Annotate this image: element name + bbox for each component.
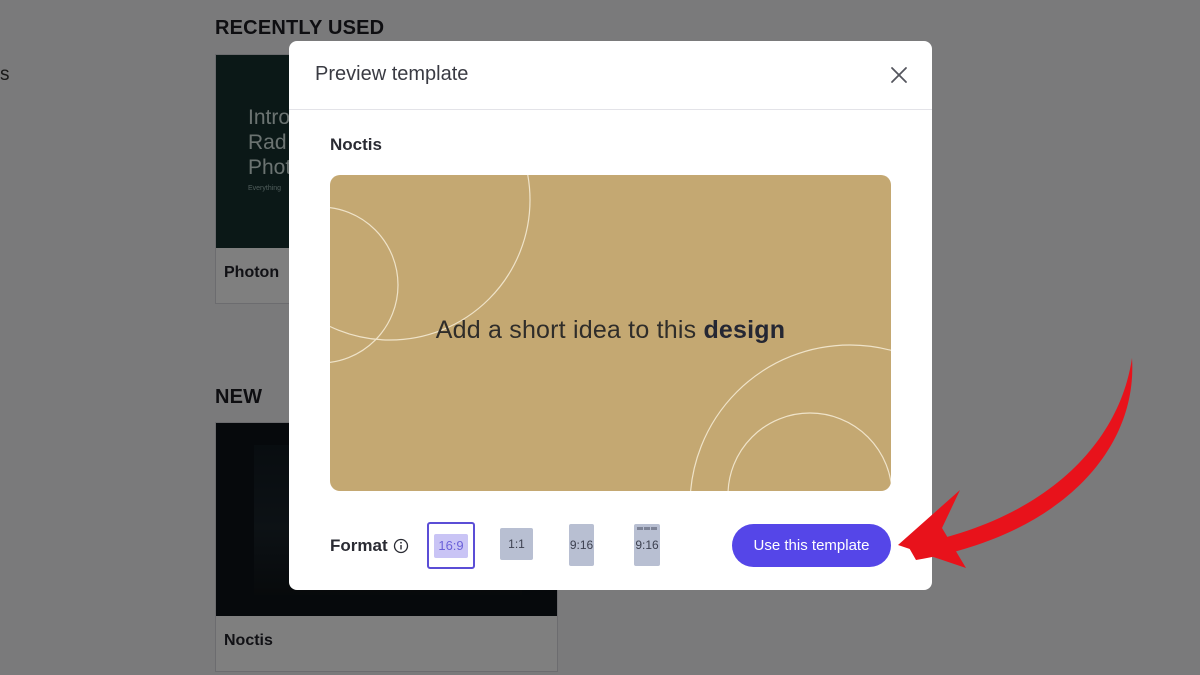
red-arrow-annotation (898, 358, 1133, 568)
format-option-label: 9:16 (635, 538, 659, 552)
format-option-9-16[interactable]: 9:16 (569, 524, 594, 566)
format-option-9-16-story[interactable]: 9:16 (634, 524, 660, 566)
template-preview: Add a short idea to this design (330, 175, 891, 491)
close-icon (891, 67, 907, 83)
use-this-template-button[interactable]: Use this template (732, 524, 891, 567)
format-option-16-9[interactable]: 16:9 (427, 522, 475, 569)
close-button[interactable] (883, 59, 915, 91)
preview-headline-plain: Add a short idea to this (435, 316, 704, 344)
info-icon[interactable] (393, 538, 409, 554)
modal-header: Preview template (289, 41, 932, 110)
format-option-label: 1:1 (508, 537, 525, 551)
format-option-label: 16:9 (434, 533, 468, 558)
format-option-1-1[interactable]: 1:1 (500, 528, 533, 560)
format-label: Format (330, 536, 388, 555)
preview-headline: Add a short idea to this design (330, 316, 891, 345)
format-option-label: 9:16 (569, 538, 594, 552)
preview-template-modal: Preview template Noctis Add a short idea… (289, 41, 932, 590)
modal-title: Preview template (315, 63, 469, 85)
template-name: Noctis (330, 135, 382, 154)
story-bars-icon (637, 527, 657, 530)
preview-headline-bold: design (703, 316, 786, 344)
